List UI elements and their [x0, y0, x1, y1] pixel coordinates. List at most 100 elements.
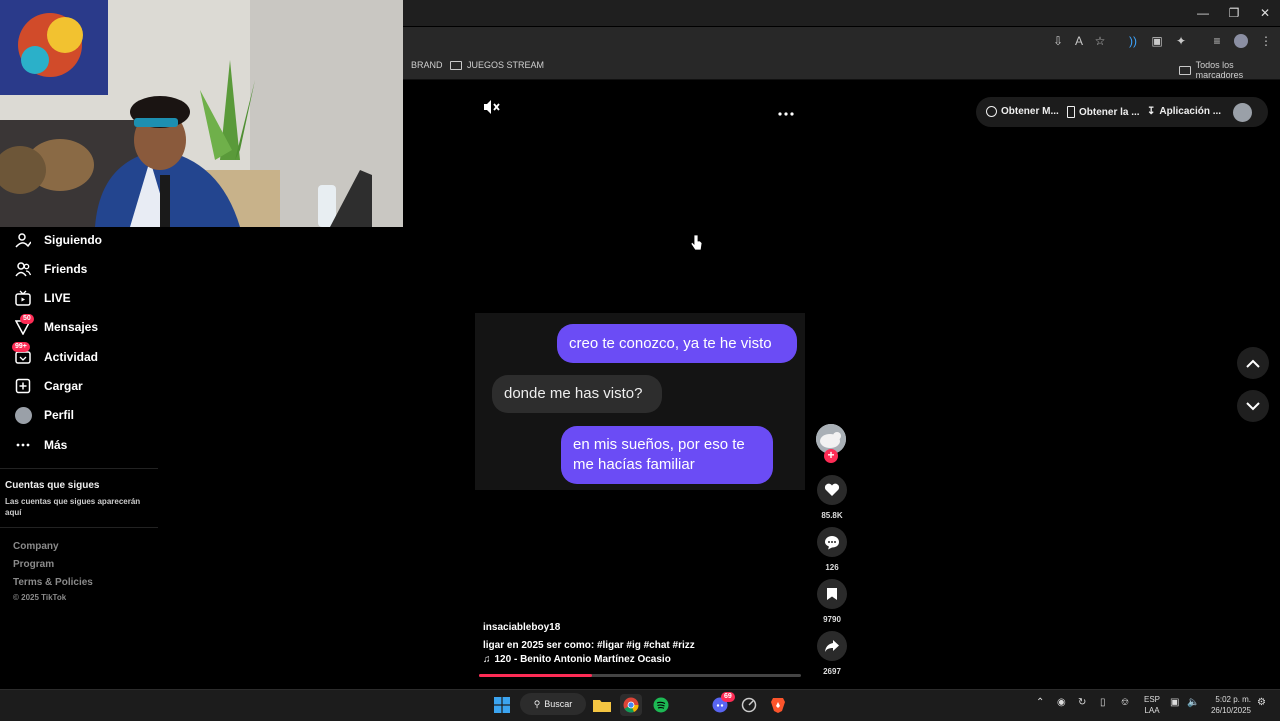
tray-sync-icon[interactable]: ↻ [1078, 697, 1086, 708]
live-tv-icon [14, 289, 32, 307]
tray-mic-icon[interactable]: ⎊ [1121, 697, 1129, 708]
get-app-button[interactable]: Obtener la ... [1067, 106, 1140, 118]
sidebar-item-label: Perfil [44, 408, 75, 422]
save-button[interactable] [817, 579, 847, 609]
pc-app-button[interactable]: ↧ Aplicación ... [1147, 106, 1221, 117]
sidebar-item-siguiendo[interactable]: Siguiendo [14, 229, 102, 251]
search-icon: ⚲ [533, 698, 541, 709]
user-follow-icon [14, 231, 32, 249]
notifications-icon[interactable]: ⚙ [1257, 697, 1266, 708]
mute-icon[interactable] [483, 99, 501, 115]
inbox-icon: 99+ [12, 342, 32, 366]
video-caption: ligar en 2025 ser como: #ligar #ig #chat… [483, 640, 695, 651]
minimize-button[interactable]: — [1188, 4, 1218, 22]
clock-time: 5:02 p. m. [1215, 695, 1251, 704]
profile-avatar[interactable] [1233, 103, 1252, 122]
browser-menu-icon[interactable]: ⋮ [1257, 32, 1275, 50]
media-icon[interactable]: )) [1124, 32, 1142, 50]
follow-plus-button[interactable]: + [824, 449, 838, 463]
app-icon[interactable] [738, 694, 760, 716]
all-bookmarks-label: Todos los marcadores [1195, 60, 1244, 80]
chat-bubble-sent: creo te conozco, ya te he visto [557, 324, 797, 363]
clock[interactable]: 5:02 p. m. 26/10/2025 [1205, 694, 1251, 716]
following-title: Cuentas que sigues [5, 480, 100, 491]
bookmark-star-icon[interactable]: ☆ [1091, 32, 1109, 50]
sidebar-item-label: Siguiendo [44, 233, 102, 247]
volume-icon[interactable]: 🔈 [1187, 697, 1199, 708]
get-coins-button[interactable]: Obtener M... [986, 106, 1059, 117]
restore-button[interactable]: ❐ [1219, 4, 1249, 22]
bookmark-brand[interactable]: BRAND [411, 60, 443, 70]
more-dots-icon [14, 436, 32, 454]
puzzle-extensions-icon[interactable]: ✦ [1172, 32, 1190, 50]
send-icon: 50 [14, 314, 34, 336]
translate-icon[interactable]: Α [1070, 32, 1088, 50]
chevron-up-icon [1246, 359, 1260, 368]
windows-start-icon[interactable] [491, 694, 513, 716]
more-options-icon[interactable] [777, 104, 795, 116]
discord-icon[interactable]: 69 [709, 692, 735, 716]
sidebar-item-mensajes[interactable]: 50 Mensajes [14, 314, 99, 338]
video-progress-fill [479, 674, 592, 677]
following-description: Las cuentas que sigues aparecerán aquí [5, 497, 141, 517]
taskbar-search[interactable]: ⚲ Buscar [520, 693, 586, 715]
share-arrow-icon [825, 640, 839, 652]
coin-icon [986, 106, 997, 117]
reading-list-icon[interactable]: ≡ [1208, 32, 1226, 50]
tray-chevron-icon[interactable]: ⌃ [1036, 697, 1044, 708]
folder-icon [450, 60, 462, 70]
extension-icon[interactable]: ▣ [1148, 32, 1166, 50]
sidebar-item-cargar[interactable]: Cargar [14, 375, 83, 397]
file-explorer-icon[interactable] [591, 694, 613, 716]
footer-link-company[interactable]: Company [13, 541, 59, 552]
webcam-overlay [0, 0, 403, 227]
language-indicator[interactable]: ESP LAA [1140, 694, 1164, 716]
heart-icon [824, 483, 840, 496]
close-window-button[interactable]: ✕ [1250, 4, 1280, 22]
footer-link-program[interactable]: Program [13, 559, 54, 570]
video-progress-bar[interactable] [479, 674, 801, 677]
tray-app-icon[interactable]: ◉ [1057, 697, 1066, 708]
previous-video-button[interactable] [1237, 347, 1269, 379]
music-label: 120 - Benito Antonio Martínez Ocasio [494, 654, 671, 665]
chat-bubble-sent: en mis sueños, por eso te me hacías fami… [561, 426, 773, 484]
phone-icon [1067, 106, 1075, 118]
music-note-icon: ♫ [483, 654, 491, 665]
all-bookmarks[interactable]: Todos los marcadores [1179, 60, 1280, 80]
bookmark-label: JUEGOS STREAM [467, 60, 545, 70]
share-button[interactable] [817, 631, 847, 661]
divider [0, 527, 158, 528]
chrome-icon[interactable] [620, 694, 642, 716]
messages-badge: 50 [20, 314, 34, 324]
comment-count: 126 [825, 563, 839, 572]
save-count: 9790 [823, 615, 841, 624]
friends-icon [14, 260, 32, 278]
comment-button[interactable] [817, 527, 847, 557]
spotify-icon[interactable] [650, 694, 672, 716]
get-coins-label: Obtener M... [1001, 106, 1059, 117]
sidebar-item-label: Actividad [44, 350, 99, 364]
copyright: © 2025 TikTok [13, 593, 67, 602]
avatar-icon [14, 406, 32, 424]
sidebar-item-friends[interactable]: Friends [14, 258, 87, 280]
sidebar-item-actividad[interactable]: 99+ Actividad [12, 342, 99, 368]
next-video-button[interactable] [1237, 390, 1269, 422]
footer-link-terms[interactable]: Terms & Policies [13, 577, 93, 588]
pc-app-label: Aplicación ... [1159, 106, 1222, 117]
plus-square-icon [14, 377, 32, 395]
bookmark-juegos-stream[interactable]: JUEGOS STREAM [450, 60, 544, 70]
sidebar-item-mas[interactable]: Más [14, 434, 67, 456]
sidebar-item-label: Mensajes [44, 320, 99, 334]
install-app-icon[interactable]: ⇩ [1049, 32, 1067, 50]
video-author[interactable]: insaciableboy18 [483, 622, 560, 633]
like-button[interactable] [817, 475, 847, 505]
download-icon: ↧ [1147, 106, 1156, 117]
tray-usb-icon[interactable]: ▯ [1100, 697, 1106, 708]
music-row[interactable]: ♫ 120 - Benito Antonio Martínez Ocasio [483, 654, 671, 665]
like-count: 85.8K [821, 511, 843, 520]
sidebar-item-live[interactable]: LIVE [14, 287, 71, 309]
brave-icon[interactable] [767, 694, 789, 716]
profile-avatar-icon[interactable] [1234, 34, 1248, 48]
sidebar-item-perfil[interactable]: Perfil [14, 404, 74, 426]
network-icon[interactable]: ▣ [1170, 697, 1179, 708]
